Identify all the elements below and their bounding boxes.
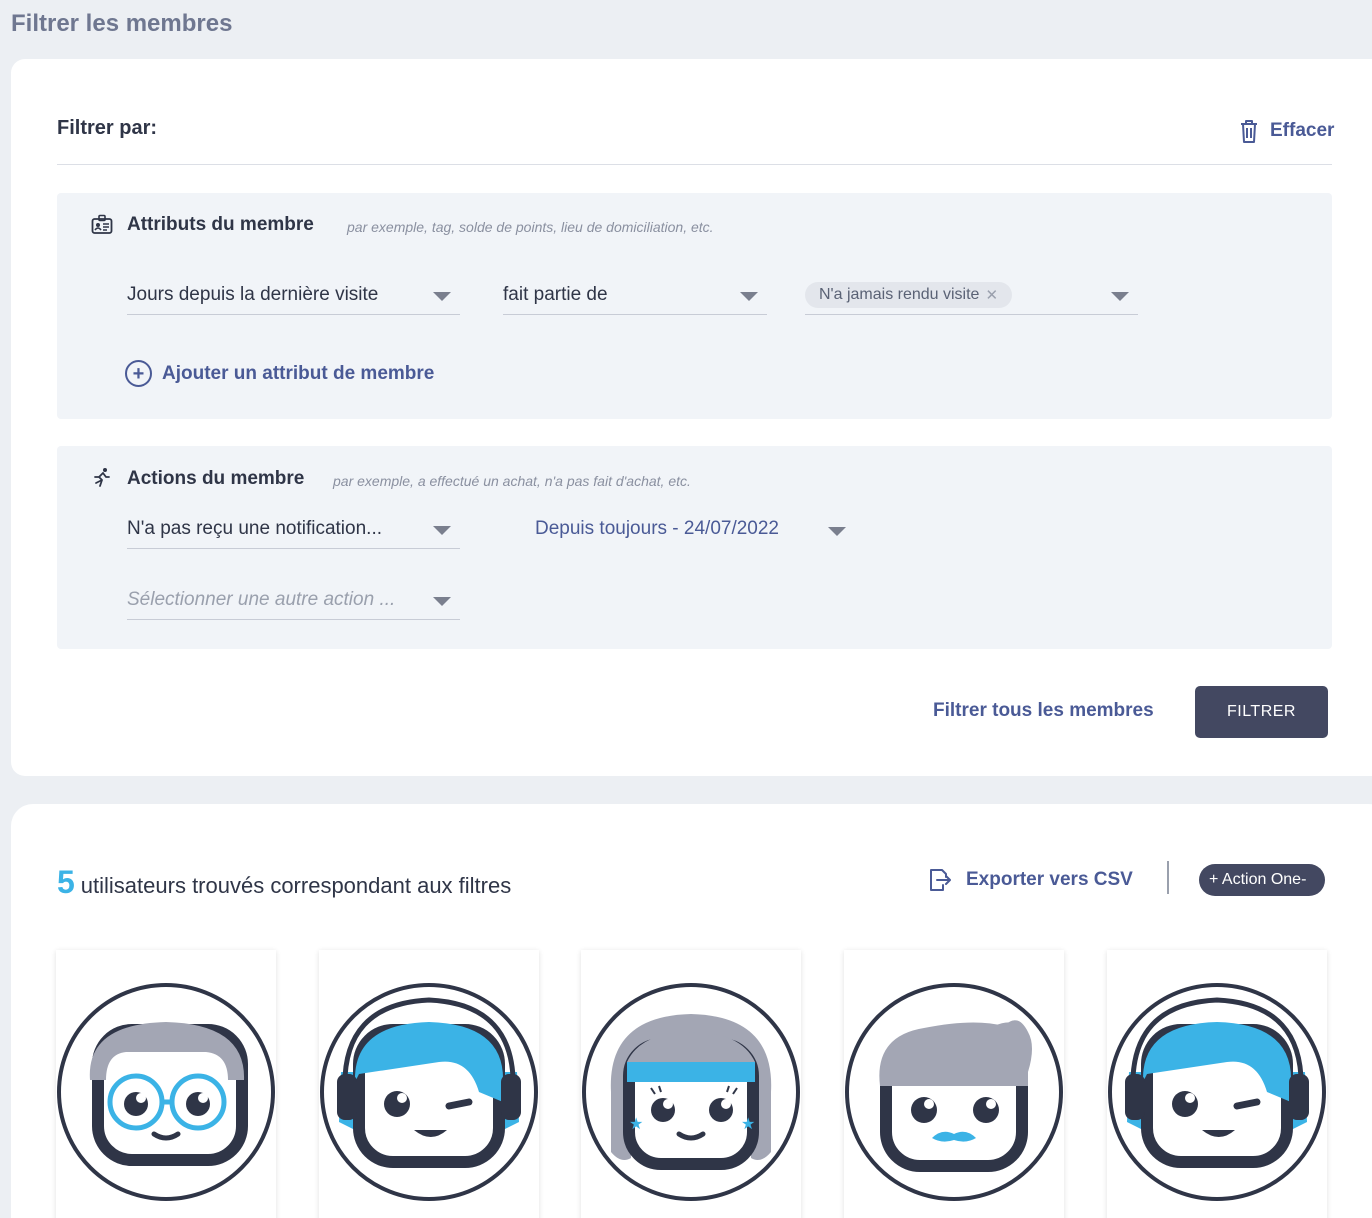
member-card[interactable]: [56, 950, 276, 1218]
other-action-placeholder: Sélectionner une autre action ...: [127, 588, 396, 610]
divider: [1167, 861, 1169, 894]
add-attribute-label: Ajouter un attribut de membre: [162, 362, 435, 384]
chevron-down-icon: [740, 292, 758, 301]
date-range-select[interactable]: Depuis toujours - 24/07/2022: [535, 509, 855, 549]
attributes-hint: par exemple, tag, solde de points, lieu …: [347, 219, 714, 235]
export-csv-label: Exporter vers CSV: [966, 869, 1133, 890]
page-title: Filtrer les membres: [11, 10, 233, 37]
actions-title: Actions du membre: [127, 468, 305, 489]
member-card[interactable]: ★ ★: [581, 950, 801, 1218]
svg-text:★: ★: [741, 1114, 755, 1133]
avatar-headset-icon: [1108, 983, 1326, 1201]
operator-select-value: fait partie de: [503, 283, 608, 305]
results-count-text: utilisateurs trouvés correspondant aux f…: [80, 873, 512, 898]
export-csv-button[interactable]: Exporter vers CSV: [926, 866, 1133, 894]
id-card-icon: [91, 214, 113, 234]
attribute-select[interactable]: Jours depuis la dernière visite: [127, 275, 460, 315]
clear-label: Effacer: [1270, 120, 1335, 141]
running-icon: [94, 468, 110, 487]
action-one-shot-button[interactable]: + Action One-: [1199, 864, 1325, 896]
filter-button[interactable]: FILTRER: [1195, 686, 1328, 738]
divider: [57, 164, 1332, 165]
actions-hint: par exemple, a effectué un achat, n'a pa…: [333, 473, 691, 489]
svg-text:★: ★: [629, 1114, 643, 1133]
close-icon[interactable]: ✕: [985, 286, 998, 304]
attributes-title: Attributs du membre: [127, 214, 314, 235]
date-range-value: Depuis toujours - 24/07/2022: [535, 518, 779, 539]
member-card[interactable]: [319, 950, 539, 1218]
other-action-select[interactable]: Sélectionner une autre action ...: [127, 580, 460, 620]
export-icon: [930, 869, 951, 891]
action-select[interactable]: N'a pas reçu une notification...: [127, 509, 460, 549]
filter-by-label: Filtrer par:: [57, 117, 158, 139]
chevron-down-icon: [433, 526, 451, 535]
chevron-down-icon: [828, 526, 846, 536]
member-card[interactable]: [1107, 950, 1327, 1218]
chevron-down-icon: [1111, 292, 1129, 301]
trash-icon: [1241, 120, 1257, 143]
avatar-glasses-icon: [57, 983, 275, 1201]
avatar-quiff-icon: [845, 983, 1063, 1201]
value-chip-label: N'a jamais rendu visite: [819, 285, 980, 303]
add-attribute-button[interactable]: + Ajouter un attribut de membre: [125, 360, 434, 387]
avatar-headset-icon: [320, 983, 538, 1201]
chevron-down-icon: [433, 597, 451, 606]
operator-select[interactable]: fait partie de: [503, 275, 767, 315]
results-count: 5 utilisateurs trouvés correspondant aux …: [57, 864, 511, 901]
clear-button[interactable]: Effacer: [1238, 118, 1334, 144]
action-select-value: N'a pas reçu une notification...: [127, 517, 382, 539]
plus-circle-icon: +: [125, 360, 152, 387]
filter-all-members-link[interactable]: Filtrer tous les membres: [933, 700, 1154, 722]
value-chip: N'a jamais rendu visite ✕: [805, 281, 1013, 308]
chevron-down-icon: [433, 292, 451, 301]
results-count-number: 5: [57, 864, 75, 900]
attribute-select-value: Jours depuis la dernière visite: [127, 283, 379, 305]
member-card[interactable]: [844, 950, 1064, 1218]
value-select[interactable]: N'a jamais rendu visite ✕: [805, 275, 1138, 315]
avatar-girl-icon: ★ ★: [582, 983, 800, 1201]
